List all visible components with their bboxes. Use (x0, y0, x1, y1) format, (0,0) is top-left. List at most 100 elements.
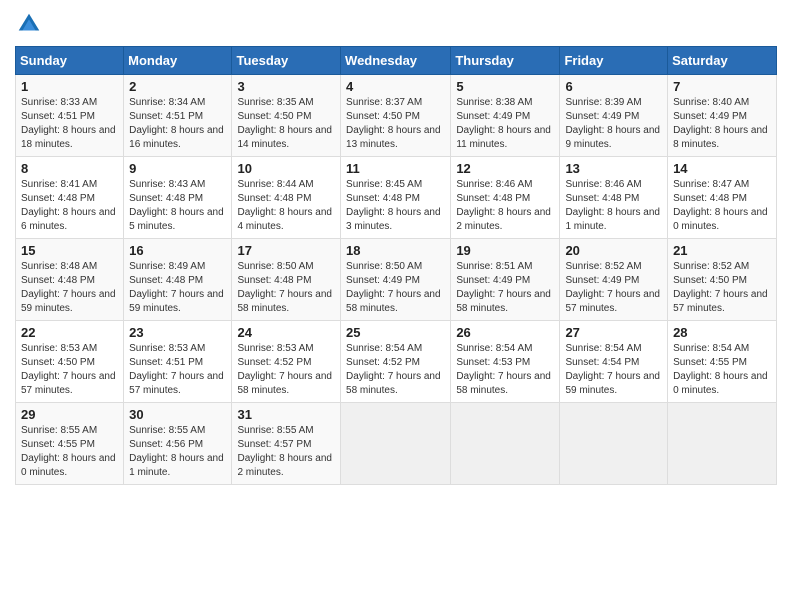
day-info: Sunrise: 8:33 AMSunset: 4:51 PMDaylight:… (21, 96, 118, 152)
day-number: 20 (565, 243, 662, 258)
calendar-cell: 3 Sunrise: 8:35 AMSunset: 4:50 PMDayligh… (232, 75, 341, 157)
calendar-cell: 27 Sunrise: 8:54 AMSunset: 4:54 PMDaylig… (560, 321, 668, 403)
day-number: 19 (456, 243, 554, 258)
calendar-cell: 2 Sunrise: 8:34 AMSunset: 4:51 PMDayligh… (124, 75, 232, 157)
calendar-cell (560, 403, 668, 485)
calendar-week-row: 22 Sunrise: 8:53 AMSunset: 4:50 PMDaylig… (16, 321, 777, 403)
day-info: Sunrise: 8:55 AMSunset: 4:55 PMDaylight:… (21, 424, 118, 480)
day-info: Sunrise: 8:39 AMSunset: 4:49 PMDaylight:… (565, 96, 662, 152)
calendar-cell: 18 Sunrise: 8:50 AMSunset: 4:49 PMDaylig… (341, 239, 451, 321)
day-number: 4 (346, 79, 445, 94)
day-info: Sunrise: 8:51 AMSunset: 4:49 PMDaylight:… (456, 260, 554, 316)
calendar-week-row: 1 Sunrise: 8:33 AMSunset: 4:51 PMDayligh… (16, 75, 777, 157)
day-number: 3 (237, 79, 335, 94)
day-number: 11 (346, 161, 445, 176)
day-number: 14 (673, 161, 771, 176)
day-info: Sunrise: 8:37 AMSunset: 4:50 PMDaylight:… (346, 96, 445, 152)
day-info: Sunrise: 8:53 AMSunset: 4:51 PMDaylight:… (129, 342, 226, 398)
day-number: 21 (673, 243, 771, 258)
calendar-cell: 25 Sunrise: 8:54 AMSunset: 4:52 PMDaylig… (341, 321, 451, 403)
day-number: 28 (673, 325, 771, 340)
day-info: Sunrise: 8:52 AMSunset: 4:49 PMDaylight:… (565, 260, 662, 316)
calendar-cell: 10 Sunrise: 8:44 AMSunset: 4:48 PMDaylig… (232, 157, 341, 239)
day-number: 2 (129, 79, 226, 94)
calendar-cell: 12 Sunrise: 8:46 AMSunset: 4:48 PMDaylig… (451, 157, 560, 239)
day-info: Sunrise: 8:50 AMSunset: 4:48 PMDaylight:… (237, 260, 335, 316)
calendar-cell: 31 Sunrise: 8:55 AMSunset: 4:57 PMDaylig… (232, 403, 341, 485)
calendar-cell: 11 Sunrise: 8:45 AMSunset: 4:48 PMDaylig… (341, 157, 451, 239)
day-number: 13 (565, 161, 662, 176)
calendar-cell: 28 Sunrise: 8:54 AMSunset: 4:55 PMDaylig… (668, 321, 777, 403)
calendar-cell: 1 Sunrise: 8:33 AMSunset: 4:51 PMDayligh… (16, 75, 124, 157)
calendar-cell: 15 Sunrise: 8:48 AMSunset: 4:48 PMDaylig… (16, 239, 124, 321)
page-header (15, 10, 777, 38)
day-info: Sunrise: 8:50 AMSunset: 4:49 PMDaylight:… (346, 260, 445, 316)
day-number: 26 (456, 325, 554, 340)
day-info: Sunrise: 8:55 AMSunset: 4:57 PMDaylight:… (237, 424, 335, 480)
day-number: 10 (237, 161, 335, 176)
day-info: Sunrise: 8:45 AMSunset: 4:48 PMDaylight:… (346, 178, 445, 234)
day-number: 16 (129, 243, 226, 258)
day-number: 7 (673, 79, 771, 94)
weekday-header-friday: Friday (560, 47, 668, 75)
day-info: Sunrise: 8:54 AMSunset: 4:54 PMDaylight:… (565, 342, 662, 398)
day-number: 24 (237, 325, 335, 340)
calendar-cell: 5 Sunrise: 8:38 AMSunset: 4:49 PMDayligh… (451, 75, 560, 157)
day-number: 5 (456, 79, 554, 94)
day-info: Sunrise: 8:46 AMSunset: 4:48 PMDaylight:… (456, 178, 554, 234)
day-info: Sunrise: 8:40 AMSunset: 4:49 PMDaylight:… (673, 96, 771, 152)
day-number: 12 (456, 161, 554, 176)
day-info: Sunrise: 8:43 AMSunset: 4:48 PMDaylight:… (129, 178, 226, 234)
calendar-cell: 17 Sunrise: 8:50 AMSunset: 4:48 PMDaylig… (232, 239, 341, 321)
calendar-cell: 7 Sunrise: 8:40 AMSunset: 4:49 PMDayligh… (668, 75, 777, 157)
day-info: Sunrise: 8:34 AMSunset: 4:51 PMDaylight:… (129, 96, 226, 152)
logo-icon (15, 10, 43, 38)
calendar-cell: 13 Sunrise: 8:46 AMSunset: 4:48 PMDaylig… (560, 157, 668, 239)
day-number: 30 (129, 407, 226, 422)
calendar-cell: 6 Sunrise: 8:39 AMSunset: 4:49 PMDayligh… (560, 75, 668, 157)
day-info: Sunrise: 8:46 AMSunset: 4:48 PMDaylight:… (565, 178, 662, 234)
day-info: Sunrise: 8:41 AMSunset: 4:48 PMDaylight:… (21, 178, 118, 234)
day-number: 8 (21, 161, 118, 176)
day-info: Sunrise: 8:54 AMSunset: 4:55 PMDaylight:… (673, 342, 771, 398)
calendar-cell (341, 403, 451, 485)
day-number: 15 (21, 243, 118, 258)
calendar-table: SundayMondayTuesdayWednesdayThursdayFrid… (15, 46, 777, 485)
calendar-cell: 24 Sunrise: 8:53 AMSunset: 4:52 PMDaylig… (232, 321, 341, 403)
calendar-cell: 16 Sunrise: 8:49 AMSunset: 4:48 PMDaylig… (124, 239, 232, 321)
day-info: Sunrise: 8:49 AMSunset: 4:48 PMDaylight:… (129, 260, 226, 316)
day-number: 23 (129, 325, 226, 340)
calendar-cell: 19 Sunrise: 8:51 AMSunset: 4:49 PMDaylig… (451, 239, 560, 321)
calendar-week-row: 8 Sunrise: 8:41 AMSunset: 4:48 PMDayligh… (16, 157, 777, 239)
day-info: Sunrise: 8:38 AMSunset: 4:49 PMDaylight:… (456, 96, 554, 152)
day-number: 31 (237, 407, 335, 422)
calendar-cell (668, 403, 777, 485)
calendar-cell (451, 403, 560, 485)
calendar-week-row: 15 Sunrise: 8:48 AMSunset: 4:48 PMDaylig… (16, 239, 777, 321)
day-number: 27 (565, 325, 662, 340)
day-info: Sunrise: 8:44 AMSunset: 4:48 PMDaylight:… (237, 178, 335, 234)
weekday-header-tuesday: Tuesday (232, 47, 341, 75)
calendar-cell: 30 Sunrise: 8:55 AMSunset: 4:56 PMDaylig… (124, 403, 232, 485)
weekday-header-sunday: Sunday (16, 47, 124, 75)
calendar-cell: 22 Sunrise: 8:53 AMSunset: 4:50 PMDaylig… (16, 321, 124, 403)
calendar-cell: 21 Sunrise: 8:52 AMSunset: 4:50 PMDaylig… (668, 239, 777, 321)
calendar-cell: 14 Sunrise: 8:47 AMSunset: 4:48 PMDaylig… (668, 157, 777, 239)
day-number: 6 (565, 79, 662, 94)
calendar-header-row: SundayMondayTuesdayWednesdayThursdayFrid… (16, 47, 777, 75)
day-info: Sunrise: 8:53 AMSunset: 4:50 PMDaylight:… (21, 342, 118, 398)
day-number: 22 (21, 325, 118, 340)
calendar-cell: 20 Sunrise: 8:52 AMSunset: 4:49 PMDaylig… (560, 239, 668, 321)
day-info: Sunrise: 8:48 AMSunset: 4:48 PMDaylight:… (21, 260, 118, 316)
calendar-cell: 29 Sunrise: 8:55 AMSunset: 4:55 PMDaylig… (16, 403, 124, 485)
weekday-header-thursday: Thursday (451, 47, 560, 75)
day-info: Sunrise: 8:52 AMSunset: 4:50 PMDaylight:… (673, 260, 771, 316)
day-info: Sunrise: 8:35 AMSunset: 4:50 PMDaylight:… (237, 96, 335, 152)
day-number: 1 (21, 79, 118, 94)
day-info: Sunrise: 8:55 AMSunset: 4:56 PMDaylight:… (129, 424, 226, 480)
day-info: Sunrise: 8:54 AMSunset: 4:52 PMDaylight:… (346, 342, 445, 398)
weekday-header-wednesday: Wednesday (341, 47, 451, 75)
day-info: Sunrise: 8:54 AMSunset: 4:53 PMDaylight:… (456, 342, 554, 398)
calendar-cell: 4 Sunrise: 8:37 AMSunset: 4:50 PMDayligh… (341, 75, 451, 157)
day-number: 29 (21, 407, 118, 422)
